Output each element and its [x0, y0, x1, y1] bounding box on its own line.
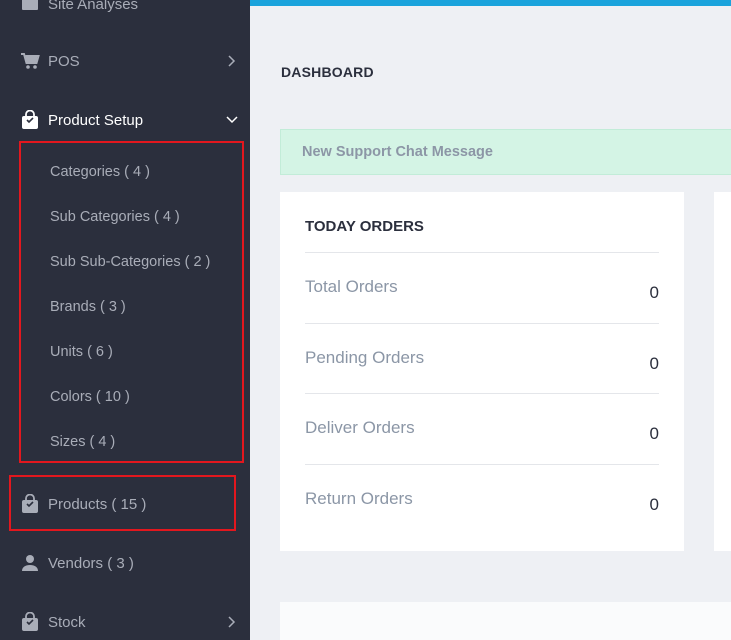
submenu-item-sub-categories[interactable]: Sub Categories ( 4 ) [50, 209, 180, 225]
stat-value: 0 [649, 283, 659, 302]
user-icon [20, 553, 40, 573]
sidebar-item-pos[interactable]: POS [0, 39, 250, 83]
bag-icon [20, 494, 40, 514]
sidebar-item-label: POS [48, 52, 80, 70]
lower-card [280, 602, 731, 640]
submenu-item-sizes[interactable]: Sizes ( 4 ) [50, 434, 115, 450]
sidebar-item-product-setup[interactable]: Product Setup [0, 98, 250, 142]
submenu-item-categories[interactable]: Categories ( 4 ) [50, 164, 150, 180]
stat-value: 0 [649, 424, 659, 443]
order-stat-row: Deliver Orders 0 [305, 393, 659, 463]
sidebar-item-label: Site Analyses [48, 0, 139, 13]
chevron-right-icon [226, 616, 238, 628]
sidebar-item-label: Stock [48, 613, 86, 631]
chevron-down-icon [226, 114, 238, 126]
stat-label: Pending Orders [305, 348, 425, 367]
card-title: TODAY ORDERS [305, 218, 424, 235]
sidebar-item-vendors[interactable]: Vendors ( 3 ) [0, 541, 250, 585]
alert-text: New Support Chat Message [302, 144, 493, 160]
stat-value: 0 [649, 495, 659, 514]
bag-icon [20, 612, 40, 632]
submenu-item-units[interactable]: Units ( 6 ) [50, 344, 113, 360]
stat-label: Total Orders [305, 277, 398, 296]
submenu-item-brands[interactable]: Brands ( 3 ) [50, 299, 126, 315]
cart-icon [20, 51, 40, 71]
stat-label: Return Orders [305, 489, 413, 508]
sidebar-item-stock[interactable]: Stock [0, 600, 250, 640]
sidebar: Site Analyses POS Product Setup Categori… [0, 0, 250, 640]
sidebar-item-site-analyses[interactable]: Site Analyses [0, 0, 250, 26]
order-stat-row: Pending Orders 0 [305, 323, 659, 393]
sidebar-item-products[interactable]: Products ( 15 ) [0, 482, 250, 526]
secondary-card [714, 192, 731, 551]
support-chat-alert[interactable]: New Support Chat Message [280, 129, 731, 175]
page-title: DASHBOARD [281, 64, 374, 80]
sidebar-item-label: Products ( 15 ) [48, 495, 147, 513]
sidebar-item-label: Vendors ( 3 ) [48, 554, 134, 572]
order-stat-row: Return Orders 0 [305, 464, 659, 534]
submenu-item-colors[interactable]: Colors ( 10 ) [50, 389, 130, 405]
chart-icon [20, 0, 40, 14]
sidebar-item-label: Product Setup [48, 111, 144, 129]
chevron-right-icon [226, 55, 238, 67]
bag-icon [20, 110, 40, 130]
stat-label: Deliver Orders [305, 418, 415, 437]
top-accent-bar [250, 0, 731, 6]
order-stat-row: Total Orders 0 [305, 252, 659, 322]
today-orders-card: TODAY ORDERS Total Orders 0 Pending Orde… [280, 192, 684, 551]
submenu-item-sub-sub-categories[interactable]: Sub Sub-Categories ( 2 ) [50, 254, 210, 270]
stat-value: 0 [649, 354, 659, 373]
